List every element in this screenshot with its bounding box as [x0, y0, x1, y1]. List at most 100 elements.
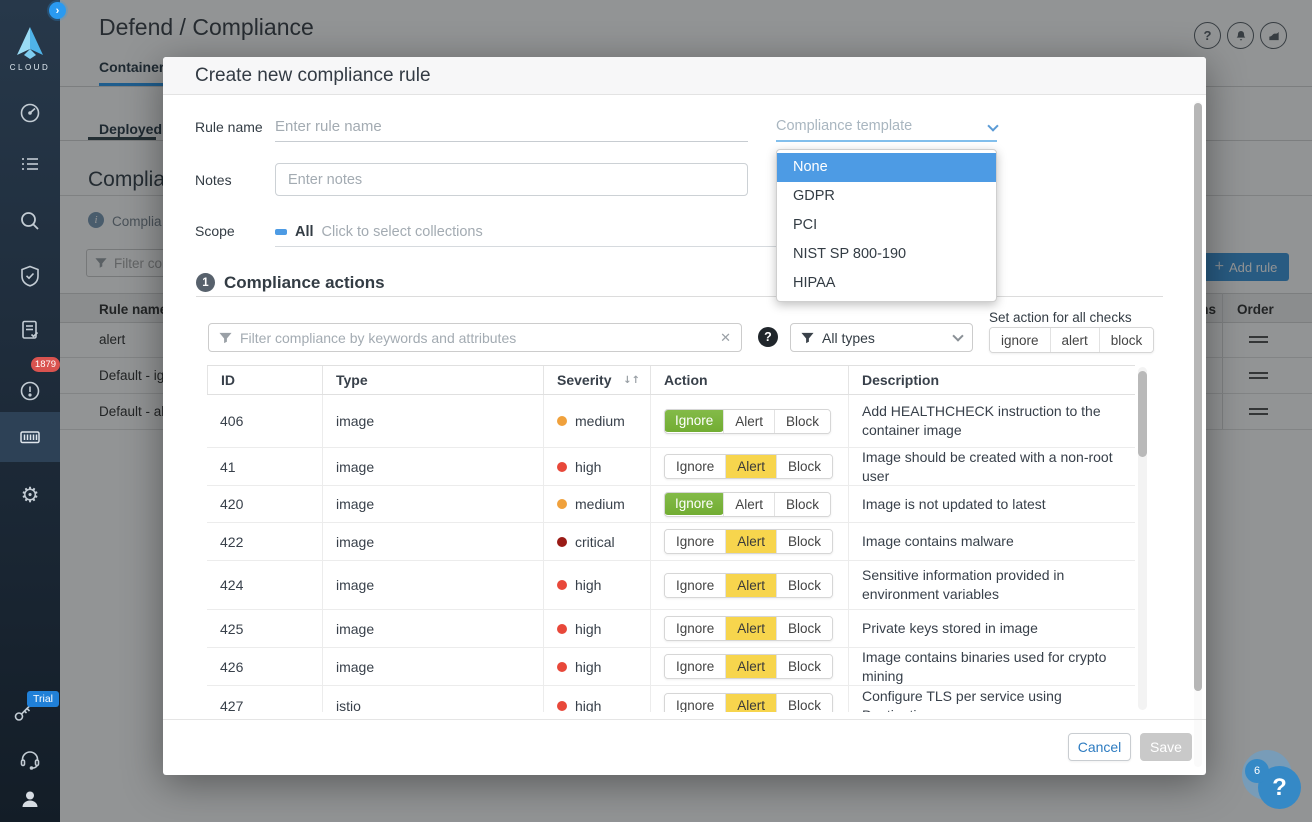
cancel-button[interactable]: Cancel	[1068, 733, 1131, 761]
alert-button[interactable]: Alert	[723, 410, 774, 433]
cell-id: 427	[207, 686, 322, 712]
compliance-filter-placeholder: Filter compliance by keywords and attrib…	[240, 330, 516, 346]
template-dropdown-menu: NoneGDPRPCINIST SP 800-190HIPAA	[776, 149, 997, 302]
alerts-icon[interactable]	[18, 379, 42, 403]
severity-dot	[557, 580, 567, 590]
clear-filter-icon[interactable]: ✕	[720, 330, 731, 346]
user-icon[interactable]	[18, 787, 42, 811]
table-scrollbar	[1138, 367, 1147, 710]
template-option-hipaa[interactable]: HIPAA	[777, 269, 996, 298]
cell-type: image	[322, 523, 543, 560]
alert-button[interactable]: Alert	[725, 694, 776, 712]
radar-icon[interactable]	[18, 101, 42, 125]
funnel-icon	[219, 332, 232, 344]
compliance-template-select[interactable]: Compliance template	[776, 112, 997, 142]
cell-description: Configure TLS per service using Destinat…	[848, 686, 1135, 712]
block-button[interactable]: Block	[776, 617, 832, 640]
severity-dot	[557, 499, 567, 509]
collection-color-tag	[275, 229, 287, 235]
alert-button[interactable]: Alert	[725, 655, 776, 678]
compliance-filter-input[interactable]: Filter compliance by keywords and attrib…	[208, 323, 742, 352]
set-all-alert-button[interactable]: alert	[1050, 328, 1099, 352]
cell-severity: high	[543, 448, 650, 485]
modal-title: Create new compliance rule	[195, 57, 431, 95]
modal-header: Create new compliance rule	[163, 57, 1206, 95]
settings-gear-icon[interactable]: ⚙	[18, 483, 42, 507]
type-filter-value: All types	[822, 330, 875, 346]
set-all-ignore-button[interactable]: ignore	[990, 328, 1050, 352]
type-filter-select[interactable]: All types	[790, 323, 973, 352]
sort-icon[interactable]: ↓↑	[623, 375, 640, 386]
template-option-gdpr[interactable]: GDPR	[777, 182, 996, 211]
cell-action: IgnoreAlertBlock	[650, 610, 848, 647]
block-button[interactable]: Block	[776, 694, 832, 712]
severity-dot	[557, 462, 567, 472]
cell-id: 425	[207, 610, 322, 647]
ignore-button[interactable]: Ignore	[665, 655, 725, 678]
template-option-none[interactable]: None	[777, 153, 996, 182]
notes-input[interactable]: Enter notes	[275, 163, 748, 196]
search-icon[interactable]	[18, 209, 42, 233]
sidebar-expand-button[interactable]: ›	[49, 2, 66, 19]
cell-description: Sensitive information provided in enviro…	[848, 561, 1135, 609]
alert-button[interactable]: Alert	[723, 493, 774, 516]
support-headset-icon[interactable]	[18, 748, 42, 772]
block-button[interactable]: Block	[776, 455, 832, 478]
cell-type: istio	[322, 686, 543, 712]
cell-id: 406	[207, 395, 322, 447]
section-title: Compliance actions	[224, 273, 385, 293]
column-header-description: Description	[848, 366, 1135, 394]
alert-button[interactable]: Alert	[725, 574, 776, 597]
rule-name-input[interactable]: Enter rule name	[275, 112, 748, 142]
alert-button[interactable]: Alert	[725, 530, 776, 553]
logo-text: CLOUD	[0, 63, 60, 72]
cell-type: image	[322, 561, 543, 609]
cell-severity: critical	[543, 523, 650, 560]
alert-button[interactable]: Alert	[725, 617, 776, 640]
cell-action: IgnoreAlertBlock	[650, 448, 848, 485]
alert-button[interactable]: Alert	[725, 455, 776, 478]
cell-severity: high	[543, 610, 650, 647]
ignore-button[interactable]: Ignore	[665, 574, 725, 597]
compliance-row-41: 41imagehighIgnoreAlertBlockImage should …	[207, 448, 1135, 486]
column-header-action: Action	[650, 366, 848, 394]
set-action-label: Set action for all checks	[989, 310, 1132, 325]
compliance-report-icon[interactable]	[18, 318, 42, 342]
ignore-button[interactable]: Ignore	[665, 455, 725, 478]
cell-action: IgnoreAlertBlock	[650, 561, 848, 609]
help-fab: ? 6	[1238, 748, 1312, 822]
set-all-block-button[interactable]: block	[1099, 328, 1154, 352]
ignore-button[interactable]: Ignore	[665, 694, 725, 712]
block-button[interactable]: Block	[776, 574, 832, 597]
template-option-pci[interactable]: PCI	[777, 211, 996, 240]
defend-shield-icon[interactable]	[18, 264, 42, 288]
policies-icon[interactable]	[18, 152, 42, 176]
action-toggle-group: IgnoreAlertBlock	[664, 693, 833, 712]
block-button[interactable]: Block	[774, 410, 830, 433]
block-button[interactable]: Block	[776, 655, 832, 678]
action-toggle-group: IgnoreAlertBlock	[664, 454, 833, 479]
table-scrollbar-thumb[interactable]	[1138, 371, 1147, 457]
sidebar: CLOUD › 1879	[0, 0, 60, 822]
ignore-button[interactable]: Ignore	[665, 617, 725, 640]
cell-id: 422	[207, 523, 322, 560]
cell-description: Private keys stored in image	[848, 610, 1135, 647]
action-toggle-group: IgnoreAlertBlock	[664, 616, 833, 641]
containers-icon[interactable]	[18, 425, 42, 449]
save-button[interactable]: Save	[1140, 733, 1192, 761]
ignore-button[interactable]: Ignore	[664, 492, 724, 515]
ignore-button[interactable]: Ignore	[665, 530, 725, 553]
column-header-type: Type	[322, 366, 543, 394]
cell-type: image	[322, 448, 543, 485]
compliance-row-422: 422imagecriticalIgnoreAlertBlockImage co…	[207, 523, 1135, 561]
template-option-nist-sp-800-190[interactable]: NIST SP 800-190	[777, 240, 996, 269]
ignore-button[interactable]: Ignore	[664, 409, 724, 432]
prisma-cloud-logo	[14, 26, 46, 60]
compliance-table-header: IDTypeSeverity↓↑ActionDescription	[207, 365, 1135, 395]
modal-scrollbar-thumb[interactable]	[1194, 103, 1202, 691]
filter-help-icon[interactable]: ?	[758, 327, 778, 347]
notes-label: Notes	[195, 172, 232, 188]
block-button[interactable]: Block	[774, 493, 830, 516]
cell-id: 41	[207, 448, 322, 485]
block-button[interactable]: Block	[776, 530, 832, 553]
